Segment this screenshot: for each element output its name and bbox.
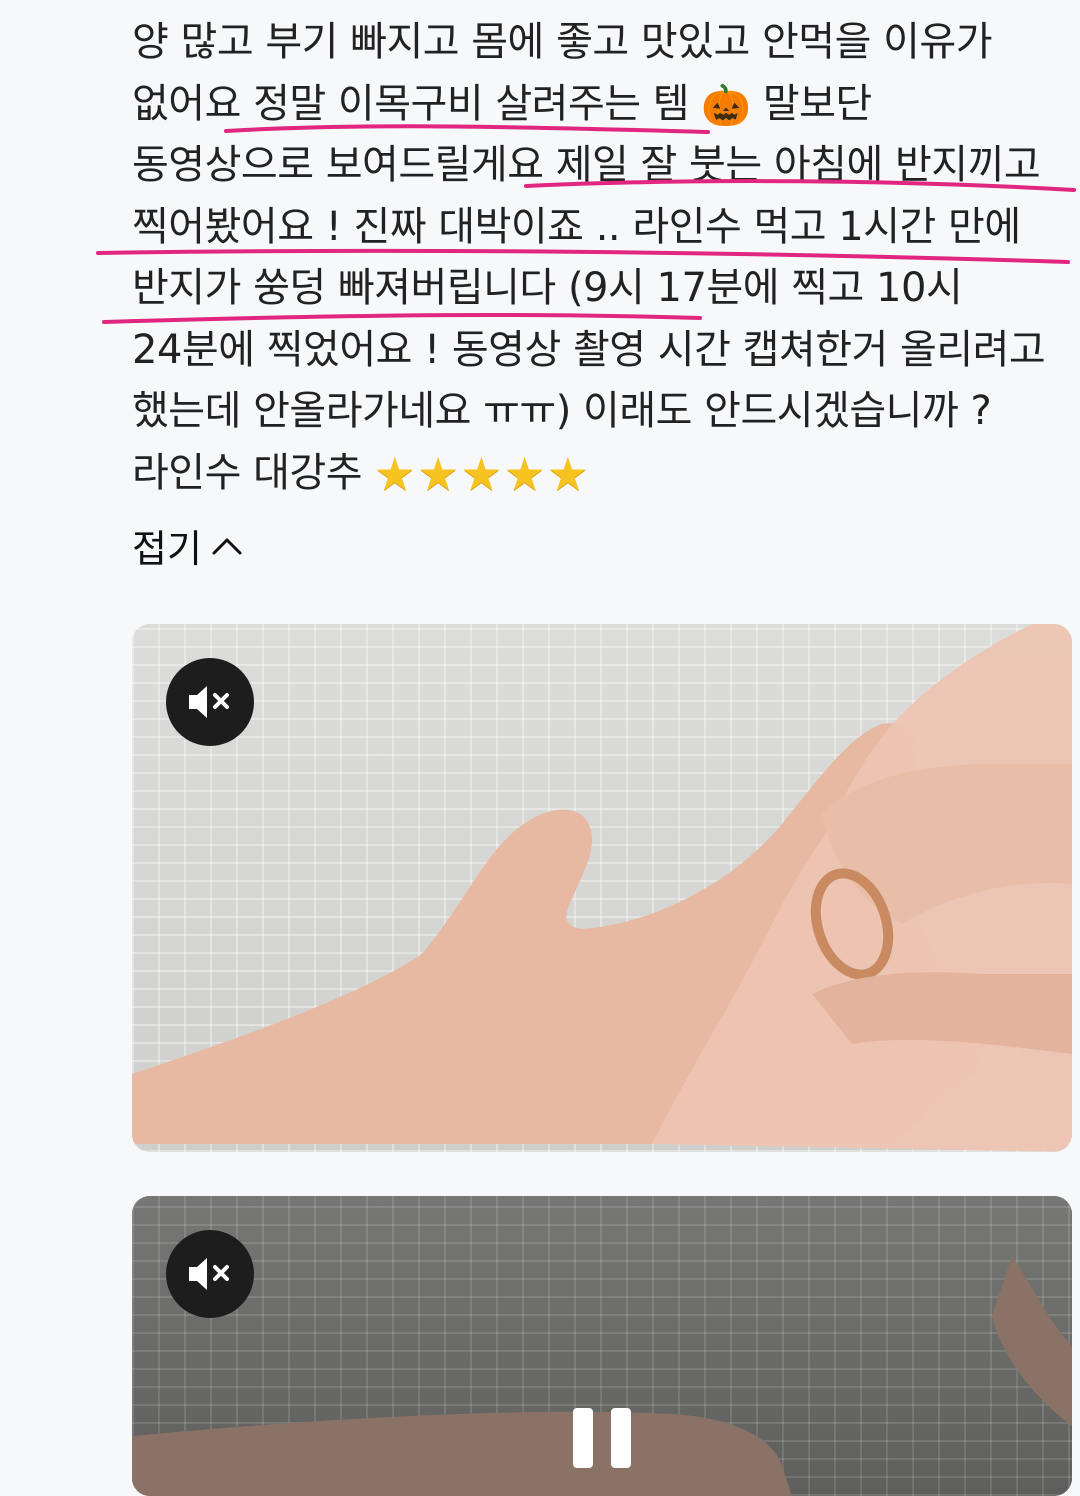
review-line: 반지가 쑹덩 빠져버립니다 (9시 17분에 찍고 10시 [132,265,963,311]
star-rating-icon: ★★★★★ [374,446,591,501]
review-text: 양 많고 부기 빠지고 몸에 좋고 맛있고 안먹을 이유가 없어요 정말 이목구… [132,12,1080,504]
review-line-text: 말보단 [762,80,872,127]
review-video-1[interactable] [132,624,1072,1152]
pause-icon[interactable] [569,1408,635,1468]
review-line: 동영상으로 보여드릴게요 제일 잘 붓는 아침에 반지끼고 [132,142,1041,188]
collapse-button[interactable]: 접기 [132,518,244,573]
pumpkin-emoji-icon: 🎃 [701,82,751,129]
speaker-muted-icon [189,1258,229,1290]
speaker-muted-icon [189,686,229,718]
mute-toggle-button[interactable] [166,658,254,746]
review-video-2[interactable] [132,1196,1072,1496]
mute-toggle-button[interactable] [166,1230,254,1318]
review-line: 없어요 정말 이목구비 살려주는 템 🎃 말보단 [132,74,1080,136]
review-line: 했는데 안올라가네요 ㅠㅠ) 이래도 안드시겠습니까 ? [132,388,992,434]
review-line: 24분에 찍었어요 ! 동영상 촬영 시간 캡쳐한거 올리려고 [132,326,1046,373]
review-line-text: 없어요 정말 이목구비 살려주는 템 [132,80,690,127]
collapse-label: 접기 [132,527,202,571]
review-line: 찍어봤어요 ! 진짜 대박이죠 .. 라인수 먹고 1시간 만에 [132,203,1021,250]
review-line: 양 많고 부기 빠지고 몸에 좋고 맛있고 안먹을 이유가 [132,19,993,65]
hands-with-ring-image [132,624,1072,1152]
review-line: 라인수 대강추 ★★★★★ [132,443,1080,505]
review-line-text: 라인수 대강추 [132,449,363,496]
chevron-up-icon [212,538,242,554]
